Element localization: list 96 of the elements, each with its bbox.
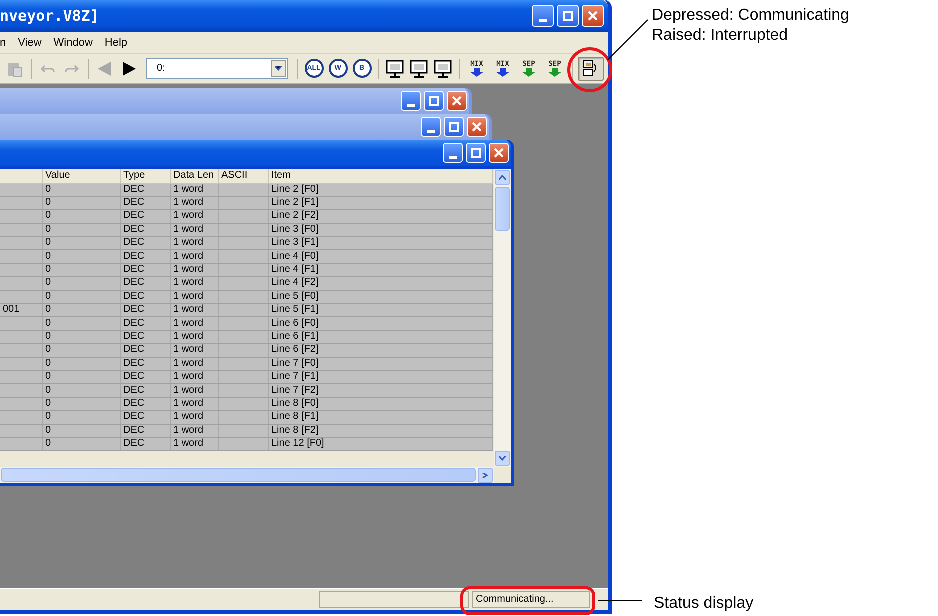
- table-cell: 0: [42, 236, 120, 250]
- table-cell: DEC: [120, 236, 170, 250]
- table-cell: DEC: [120, 357, 170, 370]
- table-cell: DEC: [120, 183, 170, 196]
- callout-text: Depressed: Communicating: [652, 6, 850, 26]
- table-cell: 0: [42, 250, 120, 264]
- status-text: Communicating...: [472, 591, 590, 608]
- address-dropdown[interactable]: 0:: [146, 58, 288, 79]
- column-header[interactable]: Value: [42, 169, 120, 183]
- table-cell: 0: [42, 290, 120, 304]
- table-cell: 1 word: [170, 196, 218, 210]
- table-cell: 0: [42, 263, 120, 277]
- table-cell: Line 8 [F1]: [268, 410, 492, 424]
- table-cell: DEC: [120, 330, 170, 344]
- table-cell: 0: [42, 276, 120, 290]
- table-cell: Line 7 [F2]: [268, 384, 492, 398]
- table-cell: 0: [42, 357, 120, 370]
- table-cell: DEC: [120, 210, 170, 224]
- table-cell: Line 6 [F2]: [268, 344, 492, 358]
- table-cell: 1 word: [170, 223, 218, 237]
- column-header[interactable]: Item: [268, 169, 492, 183]
- table-cell: 0: [42, 370, 120, 384]
- table-cell: 1 word: [170, 263, 218, 277]
- table-cell: 1 word: [170, 344, 218, 358]
- table-cell: Line 12 [F0]: [268, 437, 492, 451]
- table-cell: Line 8 [F0]: [268, 397, 492, 411]
- table-cell: 1 word: [170, 370, 218, 384]
- column-header[interactable]: Type: [120, 169, 170, 183]
- table-cell: 1 word: [170, 357, 218, 370]
- table-cell: Line 8 [F2]: [268, 424, 492, 438]
- table-cell: 1 word: [170, 397, 218, 411]
- table-cell: 0: [42, 316, 120, 330]
- table-cell: Line 7 [F1]: [268, 370, 492, 384]
- table-cell: Line 7 [F0]: [268, 357, 492, 370]
- table-cell: 1 word: [170, 437, 218, 451]
- table-cell: DEC: [120, 424, 170, 438]
- table-cell: DEC: [120, 370, 170, 384]
- table-cell: DEC: [120, 437, 170, 451]
- callout-text: Raised: Interrupted: [652, 26, 790, 46]
- table-cell: 0: [42, 437, 120, 451]
- table-cell: DEC: [120, 304, 170, 317]
- column-header[interactable]: Data Len: [170, 169, 218, 183]
- table-cell: Line 2 [F2]: [268, 210, 492, 224]
- table-cell: Line 2 [F1]: [268, 196, 492, 210]
- table-cell: DEC: [120, 250, 170, 264]
- menu-item[interactable]: View: [12, 36, 48, 48]
- table-cell: 0: [42, 304, 120, 317]
- table-cell: 1 word: [170, 410, 218, 424]
- menu-item[interactable]: n: [0, 36, 12, 48]
- table-cell: DEC: [120, 263, 170, 277]
- table-cell: DEC: [120, 410, 170, 424]
- table-cell: Line 4 [F1]: [268, 263, 492, 277]
- table-cell: Line 4 [F0]: [268, 250, 492, 264]
- table-cell: Line 2 [F0]: [268, 183, 492, 196]
- table-cell: 0: [42, 344, 120, 358]
- table-cell: 0: [42, 223, 120, 237]
- callout-text: Status display: [654, 595, 754, 613]
- table-cell: 1 word: [170, 316, 218, 330]
- table-cell: 1 word: [170, 290, 218, 304]
- table-cell: DEC: [120, 290, 170, 304]
- window-title: nveyor.V8Z]: [0, 7, 100, 25]
- menu-item[interactable]: Help: [98, 36, 134, 48]
- table-cell: DEC: [120, 316, 170, 330]
- table-cell: 0: [42, 410, 120, 424]
- table-cell: 1 word: [170, 276, 218, 290]
- table-cell: 0: [42, 183, 120, 196]
- table-cell: DEC: [120, 196, 170, 210]
- table-cell: Line 6 [F1]: [268, 330, 492, 344]
- table-cell: 1 word: [170, 304, 218, 317]
- table-cell: DEC: [120, 223, 170, 237]
- table-cell: 1 word: [170, 183, 218, 196]
- table-cell: 1 word: [170, 250, 218, 264]
- table-cell: DEC: [120, 344, 170, 358]
- table-cell: 0: [42, 397, 120, 411]
- table-cell: DEC: [120, 397, 170, 411]
- table-cell: 001: [0, 304, 42, 317]
- column-header[interactable]: ASCII: [218, 169, 268, 183]
- table-cell: Line 4 [F2]: [268, 276, 492, 290]
- table-cell: Line 3 [F1]: [268, 236, 492, 250]
- table-cell: 0: [42, 424, 120, 438]
- table-cell: 1 word: [170, 330, 218, 344]
- table-cell: Line 5 [F1]: [268, 304, 492, 317]
- table-cell: DEC: [120, 276, 170, 290]
- table-cell: 1 word: [170, 210, 218, 224]
- table-cell: 0: [42, 196, 120, 210]
- menu-item[interactable]: Window: [48, 36, 99, 48]
- table-cell: 1 word: [170, 384, 218, 398]
- table-cell: 0: [42, 384, 120, 398]
- table-cell: 0: [42, 330, 120, 344]
- table-cell: Line 5 [F0]: [268, 290, 492, 304]
- table-cell: DEC: [120, 384, 170, 398]
- table-cell: 1 word: [170, 424, 218, 438]
- table-cell: 0: [42, 210, 120, 224]
- table-cell: Line 6 [F0]: [268, 316, 492, 330]
- table-cell: Line 3 [F0]: [268, 223, 492, 237]
- table-cell: 1 word: [170, 236, 218, 250]
